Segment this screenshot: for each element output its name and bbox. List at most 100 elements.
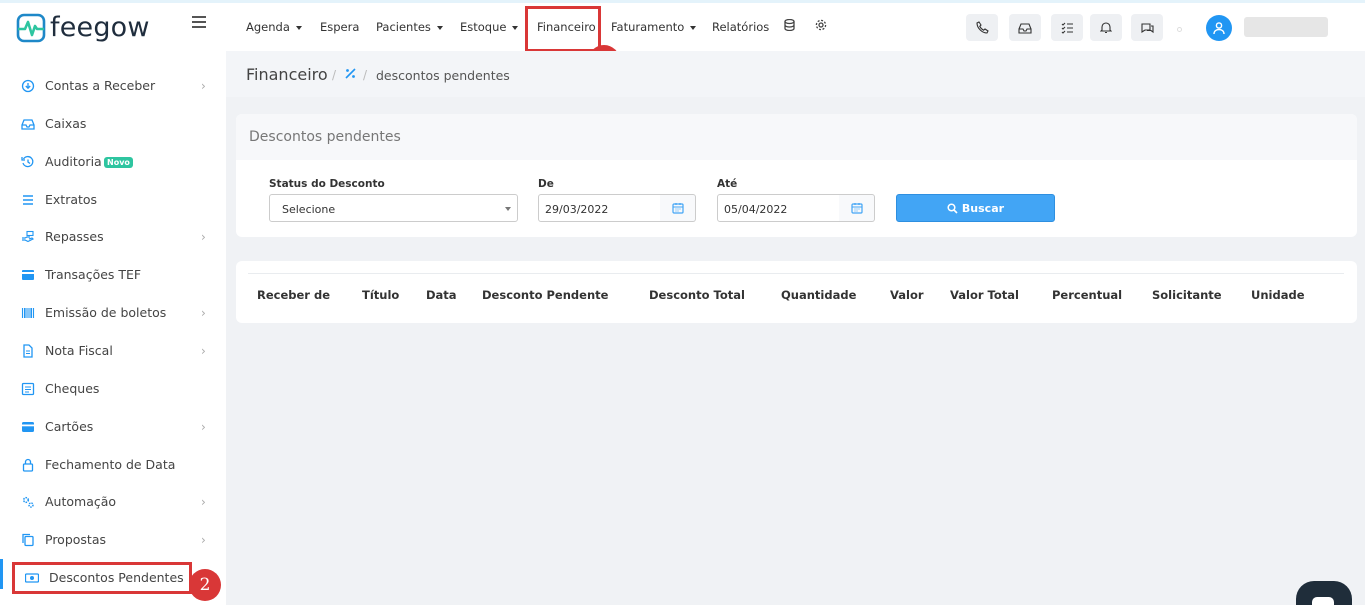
chevron-right-icon: ›	[201, 344, 206, 358]
hand-money-icon	[22, 230, 35, 243]
gear-icon[interactable]	[815, 19, 827, 34]
search-icon	[947, 202, 958, 214]
sidebar-item-nota-fiscal[interactable]: Nota Fiscal ›	[0, 335, 226, 367]
breadcrumb-section[interactable]: Financeiro	[246, 65, 328, 84]
nav-agenda[interactable]: Agenda	[246, 20, 302, 34]
column-header[interactable]: Desconto Pendente	[482, 288, 608, 302]
from-date-input[interactable]: 29/03/2022	[538, 194, 661, 222]
breadcrumb-separator: /	[332, 68, 337, 82]
to-date-value: 05/04/2022	[724, 203, 788, 216]
sidebar-item-emissao-de-boletos[interactable]: Emissão de boletos ›	[0, 297, 226, 329]
column-header[interactable]: Valor Total	[950, 288, 1019, 302]
nav-estoque[interactable]: Estoque	[460, 20, 519, 34]
history-icon	[21, 155, 34, 168]
sidebar-item-automacao[interactable]: Automação ›	[0, 486, 226, 518]
column-header[interactable]: Quantidade	[781, 288, 856, 302]
to-date-input[interactable]: 05/04/2022	[717, 194, 840, 222]
chat-icon[interactable]	[1131, 14, 1163, 41]
column-header[interactable]: Desconto Total	[649, 288, 745, 302]
sidebar-item-label: Fechamento de Data	[45, 457, 176, 472]
from-date-value: 29/03/2022	[545, 203, 609, 216]
sidebar-item-repasses[interactable]: Repasses ›	[0, 221, 226, 253]
chevron-right-icon: ›	[201, 79, 206, 93]
chevron-right-icon: ›	[201, 306, 206, 320]
from-calendar-button[interactable]	[660, 194, 696, 222]
calendar-icon	[850, 203, 863, 214]
user-avatar[interactable]	[1206, 15, 1232, 41]
chevron-right-icon: ›	[201, 533, 206, 547]
nav-espera[interactable]: Espera	[320, 20, 359, 34]
bell-icon[interactable]	[1090, 14, 1122, 41]
database-icon[interactable]	[784, 18, 795, 34]
checklist-icon[interactable]	[1051, 14, 1083, 41]
barcode-icon	[21, 308, 35, 318]
sidebar-item-label: Repasses	[45, 229, 104, 244]
user-name-redacted	[1244, 17, 1328, 37]
cheque-icon	[21, 382, 35, 396]
phone-icon[interactable]	[966, 14, 998, 41]
filter-card-title: Descontos pendentes	[249, 129, 401, 145]
status-select[interactable]: Selecione	[269, 194, 518, 222]
breadcrumb-current: descontos pendentes	[376, 68, 510, 83]
column-header[interactable]: Receber de	[257, 288, 330, 302]
logo-area: feegow	[0, 3, 226, 51]
sidebar-item-label: Extratos	[45, 192, 98, 207]
results-table: Receber de Título Data Desconto Pendente…	[236, 261, 1357, 323]
chevron-right-icon: ›	[201, 495, 206, 509]
sidebar-item-transacoes-tef[interactable]: Transações TEF	[0, 259, 226, 291]
search-button-label: Buscar	[961, 201, 1005, 215]
column-header[interactable]: Percentual	[1052, 288, 1122, 302]
tray-icon	[21, 119, 35, 130]
column-header[interactable]: Unidade	[1251, 288, 1305, 302]
document-icon	[23, 344, 33, 358]
sidebar-item-label: Auditoria	[45, 154, 102, 169]
breadcrumb-separator: /	[363, 68, 368, 82]
feegow-logo[interactable]: feegow	[16, 12, 150, 43]
status-select-value: Selecione	[282, 203, 336, 216]
sidebar-item-caixas[interactable]: Caixas	[0, 108, 226, 140]
sidebar-item-cheques[interactable]: Cheques	[0, 373, 226, 405]
sidebar-item-label: Nota Fiscal	[45, 343, 113, 358]
sidebar-item-label: Caixas	[45, 116, 87, 131]
top-navigation: Agenda Espera Pacientes Estoque Financei…	[226, 3, 1365, 51]
inbox-icon[interactable]	[1009, 14, 1041, 41]
credit-card-icon	[22, 422, 34, 432]
chat-widget-button[interactable]	[1296, 581, 1352, 605]
nav-relatorios[interactable]: Relatórios	[712, 20, 769, 34]
status-label: Status do Desconto	[269, 178, 385, 190]
sidebar-item-propostas[interactable]: Propostas ›	[0, 524, 226, 556]
chevron-right-icon: ›	[201, 230, 206, 244]
from-date-label: De	[538, 178, 554, 190]
sidebar-item-label: Transações TEF	[45, 267, 142, 282]
sidebar-item-extratos[interactable]: Extratos	[0, 184, 226, 216]
nav-faturamento[interactable]: Faturamento	[611, 20, 697, 34]
column-header[interactable]: Solicitante	[1152, 288, 1222, 302]
logo-text: feegow	[50, 12, 150, 43]
nav-pacientes[interactable]: Pacientes	[376, 20, 443, 34]
sidebar-item-label: Propostas	[45, 532, 106, 547]
sidebar-item-label: Cheques	[45, 381, 100, 396]
to-calendar-button[interactable]	[839, 194, 875, 222]
column-header[interactable]: Valor	[890, 288, 924, 302]
sidebar-item-fechamento-de-data[interactable]: Fechamento de Data	[0, 449, 226, 481]
chevron-right-icon: ›	[201, 420, 206, 434]
sidebar: feegow Contas a Receber › Caixas Auditoria N…	[0, 3, 226, 605]
status-dot-icon	[1177, 27, 1182, 32]
list-icon	[23, 195, 33, 205]
percent-icon	[345, 68, 356, 82]
sidebar-item-cartoes[interactable]: Cartões ›	[0, 411, 226, 443]
column-header[interactable]: Data	[426, 288, 457, 302]
download-circle-icon	[21, 79, 35, 93]
sidebar-item-auditoria[interactable]: Auditoria Novo	[0, 146, 226, 178]
menu-toggle-icon[interactable]	[192, 16, 206, 30]
sidebar-item-contas-a-receber[interactable]: Contas a Receber ›	[0, 70, 226, 102]
column-header[interactable]: Título	[362, 288, 399, 302]
calendar-icon	[671, 203, 684, 214]
sidebar-item-label: Emissão de boletos	[45, 305, 167, 320]
search-button[interactable]: Buscar	[896, 194, 1055, 222]
lock-icon	[22, 458, 34, 472]
gears-icon	[22, 496, 34, 508]
highlight-box-financeiro	[525, 6, 601, 52]
sidebar-item-label: Contas a Receber	[45, 78, 156, 93]
sidebar-item-label: Automação	[45, 494, 117, 509]
